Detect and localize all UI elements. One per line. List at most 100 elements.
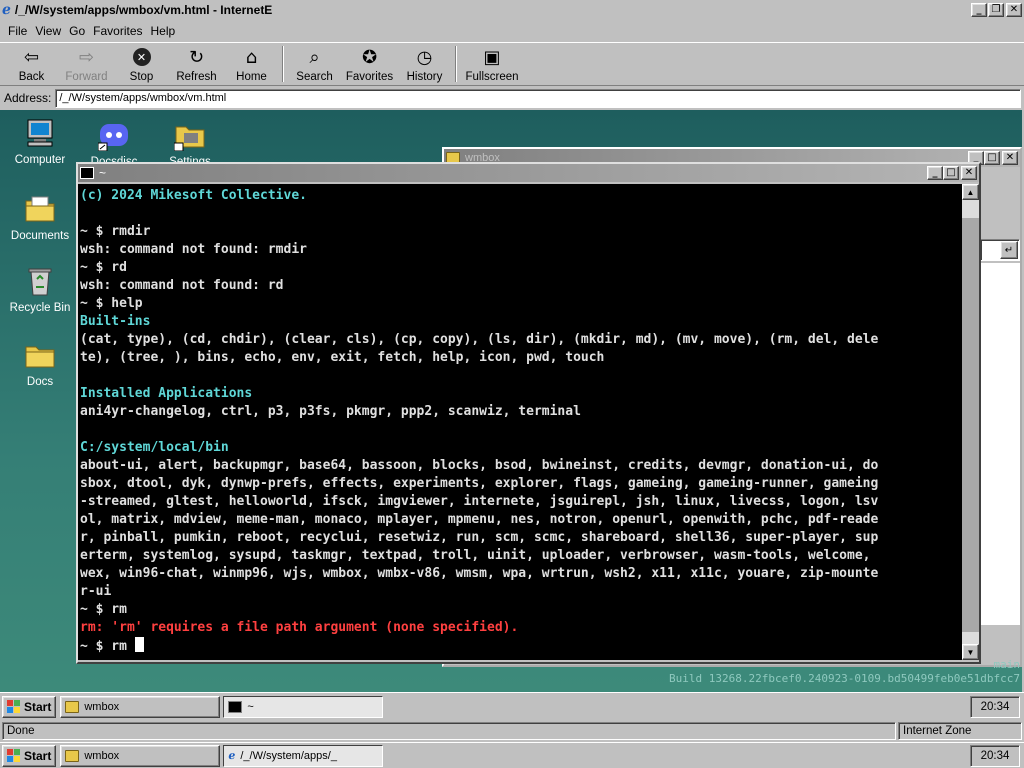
vm-desktop[interactable]: Computer Docsdisc Settings Documents Rec… (0, 110, 1022, 692)
terminal-line: wex, win96-chat, winmp96, wjs, wmbox, wm… (80, 566, 879, 581)
toolbar-separator (455, 46, 457, 82)
menu-file[interactable]: File (4, 24, 31, 38)
vm-task-terminal[interactable]: ~ (223, 695, 384, 718)
terminal-icon (228, 700, 243, 713)
terminal-title: ~ (99, 166, 107, 180)
back-label: Back (18, 71, 45, 83)
terminal-titlebar[interactable]: ~ _ □ ✕ (78, 164, 979, 182)
maximize-button[interactable]: ❐ (988, 3, 1004, 17)
fullscreen-icon: ▣ (483, 46, 501, 68)
favorites-icon: ✪ (361, 46, 378, 68)
terminal-line: Built-ins (80, 314, 151, 329)
desktop-icon-label: Recycle Bin (9, 302, 71, 314)
host-clock[interactable]: 20:34 (970, 744, 1020, 767)
terminal-line: wsh: command not found: rd (80, 278, 284, 293)
terminal-output[interactable]: (c) 2024 Mikesoft Collective. ~ $ rmdir ws… (78, 184, 962, 660)
desktop-icon-computer[interactable]: Computer (2, 116, 78, 166)
scroll-down-icon[interactable]: ▼ (962, 644, 979, 660)
menu-help[interactable]: Help (147, 24, 180, 38)
terminal-line: C:/system/local/bin (80, 440, 229, 455)
desktop-icon-documents[interactable]: Documents (2, 192, 78, 242)
menu-go[interactable]: Go (65, 24, 89, 38)
task-label: wmbox (84, 700, 120, 713)
watermark-line-2: Build 13268.22fbcef0.240923-0109.bd50499… (669, 672, 1020, 685)
desktop-icon-settings[interactable]: Settings (152, 118, 228, 168)
back-arrow-icon: ⇦ (23, 46, 40, 68)
search-icon: ⌕ (309, 46, 320, 68)
recycle-bin-icon (23, 264, 57, 298)
desktop-icon-recycle-bin[interactable]: Recycle Bin (2, 264, 78, 314)
wmbox-maximize-button[interactable]: □ (984, 151, 1000, 165)
vm-clock[interactable]: 20:34 (970, 695, 1020, 718)
host-task-browser[interactable]: ℯ /_/W/system/apps/_ (223, 744, 384, 767)
stop-icon: ✕ (131, 46, 153, 68)
terminal-line: r-ui (80, 584, 112, 599)
favorites-button[interactable]: ✪ Favorites (342, 43, 397, 85)
menu-bar: File View Go Favorites Help (0, 21, 1024, 41)
vm-start-button[interactable]: Start (2, 695, 57, 718)
terminal-minimize-button[interactable]: _ (927, 166, 943, 180)
windows-logo-icon (7, 749, 20, 762)
vm-task-wmbox[interactable]: wmbox (60, 695, 221, 718)
forward-label: Forward (65, 71, 108, 83)
fullscreen-button[interactable]: ▣ Fullscreen (460, 43, 524, 85)
desktop-icon-label: Documents (10, 230, 70, 242)
address-input[interactable]: /_/W/system/apps/wmbox/vm.html (55, 88, 1021, 108)
history-button[interactable]: ◷ History (397, 43, 452, 85)
terminal-prompt-line[interactable]: ~ $ rm (80, 637, 960, 656)
terminal-scrollbar[interactable]: ▲ ▼ (962, 184, 979, 660)
host-taskbar: Start wmbox ℯ /_/W/system/apps/_ 20:34 (0, 742, 1024, 768)
forward-button[interactable]: ⇨ Forward (59, 43, 114, 85)
task-label: ~ (247, 700, 254, 713)
history-label: History (406, 71, 443, 83)
browser-title: /_/W/system/apps/wmbox/vm.html - Interne… (14, 3, 273, 17)
minimize-button[interactable]: _ (971, 3, 987, 17)
refresh-button[interactable]: ↻ Refresh (169, 43, 224, 85)
home-label: Home (236, 71, 267, 83)
menu-view[interactable]: View (31, 24, 65, 38)
home-button[interactable]: ⌂ Home (224, 43, 279, 85)
menu-favorites[interactable]: Favorites (89, 24, 146, 38)
terminal-line: about-ui, alert, backupmgr, base64, bass… (80, 458, 879, 473)
host-task-wmbox[interactable]: wmbox (60, 744, 221, 767)
settings-folder-icon (173, 118, 207, 152)
stop-label: Stop (129, 71, 154, 83)
wmbox-go-field[interactable]: ↵ (980, 239, 1020, 261)
host-start-button[interactable]: Start (2, 744, 57, 767)
toolbar-separator (282, 46, 284, 82)
browser-statusbar: Done Internet Zone (0, 720, 1024, 742)
favorites-label: Favorites (345, 71, 394, 83)
wmbox-close-button[interactable]: ✕ (1002, 151, 1018, 165)
wmbox-go-icon[interactable]: ↵ (1000, 241, 1018, 259)
terminal-maximize-button[interactable]: □ (943, 166, 959, 180)
scroll-thumb[interactable] (962, 218, 979, 632)
close-button[interactable]: ✕ (1006, 3, 1022, 17)
status-zone: Internet Zone (898, 722, 1022, 740)
address-bar: Address: /_/W/system/apps/wmbox/vm.html (0, 87, 1024, 109)
browser-titlebar[interactable]: ℯ /_/W/system/apps/wmbox/vm.html - Inter… (0, 0, 1024, 20)
terminal-line: te), (tree, ), bins, echo, env, exit, fe… (80, 350, 605, 365)
status-text: Done (2, 722, 896, 740)
search-button[interactable]: ⌕ Search (287, 43, 342, 85)
terminal-window[interactable]: ~ _ □ ✕ (c) 2024 Mikesoft Collective. ~ $… (76, 162, 981, 664)
terminal-line: sbox, dtool, dyk, dynwp-prefs, effects, … (80, 476, 879, 491)
ie-logo-icon: ℯ (2, 2, 11, 18)
forward-arrow-icon: ⇨ (78, 46, 95, 68)
terminal-line: ~ $ help (80, 296, 143, 311)
terminal-line: ~ $ rmdir (80, 224, 151, 239)
computer-icon (23, 116, 57, 150)
terminal-line: rm: 'rm' requires a file path argument (… (80, 620, 519, 635)
desktop-icon-docsdisc[interactable]: Docsdisc (76, 118, 152, 168)
documents-folder-icon (23, 192, 57, 226)
scroll-up-icon[interactable]: ▲ (962, 184, 979, 200)
back-button[interactable]: ⇦ Back (4, 43, 59, 85)
wmbox-toolbar-area (980, 179, 1020, 239)
stop-button[interactable]: ✕ Stop (114, 43, 169, 85)
desktop-icon-docs[interactable]: Docs (2, 338, 78, 388)
terminal-close-button[interactable]: ✕ (961, 166, 977, 180)
docs-folder-icon (23, 338, 57, 372)
terminal-line: wsh: command not found: rmdir (80, 242, 307, 257)
task-label: wmbox (84, 749, 120, 762)
